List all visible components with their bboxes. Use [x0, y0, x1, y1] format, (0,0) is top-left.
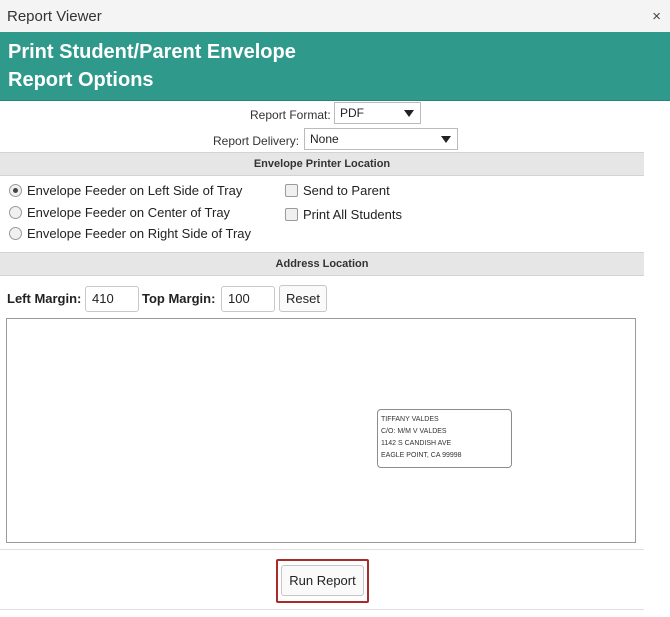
report-banner: Print Student/Parent Envelope Report Opt… [0, 32, 670, 101]
checkbox[interactable] [285, 208, 298, 221]
radio-button[interactable] [9, 184, 22, 197]
address-line: C/O: M/M V VALDES [381, 428, 447, 435]
report-delivery-select[interactable]: None [304, 128, 458, 150]
report-format-select[interactable]: PDF [334, 102, 421, 124]
chevron-down-icon [441, 136, 451, 143]
left-margin-label: Left Margin: [7, 291, 82, 306]
radio-button[interactable] [9, 227, 22, 240]
printer-location-header: Envelope Printer Location [0, 152, 644, 176]
envelope-preview: TIFFANY VALDES C/O: M/M V VALDES 1142 S … [6, 318, 636, 543]
report-format-label: Report Format: [250, 108, 331, 122]
address-label-box[interactable]: TIFFANY VALDES C/O: M/M V VALDES 1142 S … [377, 409, 512, 468]
window-titlebar: Report Viewer × [0, 0, 670, 33]
top-margin-input[interactable]: 100 [221, 286, 275, 312]
run-report-button[interactable]: Run Report [281, 565, 364, 596]
radio-label: Envelope Feeder on Left Side of Tray [27, 183, 243, 198]
report-delivery-value: None [310, 132, 339, 146]
report-format-value: PDF [340, 106, 364, 120]
banner-subtitle: Report Options [8, 69, 154, 91]
footer-divider [0, 549, 644, 550]
checkbox-label: Print All Students [303, 207, 402, 222]
reset-button[interactable]: Reset [279, 285, 327, 312]
checkbox-label: Send to Parent [303, 183, 390, 198]
radio-label: Envelope Feeder on Right Side of Tray [27, 226, 252, 241]
chevron-down-icon [404, 110, 414, 117]
address-line: 1142 S CANDISH AVE [381, 440, 452, 447]
radio-button[interactable] [9, 206, 22, 219]
radio-label: Envelope Feeder on Center of Tray [27, 205, 231, 220]
left-margin-input[interactable]: 410 [85, 286, 139, 312]
address-line: EAGLE POINT, CA 99998 [381, 452, 462, 459]
banner-title: Print Student/Parent Envelope [8, 41, 296, 63]
window-title: Report Viewer [7, 8, 102, 25]
close-icon[interactable]: × [652, 8, 661, 25]
address-location-header: Address Location [0, 252, 644, 276]
address-line: TIFFANY VALDES [381, 416, 439, 423]
checkbox[interactable] [285, 184, 298, 197]
report-delivery-label: Report Delivery: [213, 134, 300, 148]
footer-bottom-divider [0, 609, 644, 610]
top-margin-label: Top Margin: [142, 291, 216, 306]
